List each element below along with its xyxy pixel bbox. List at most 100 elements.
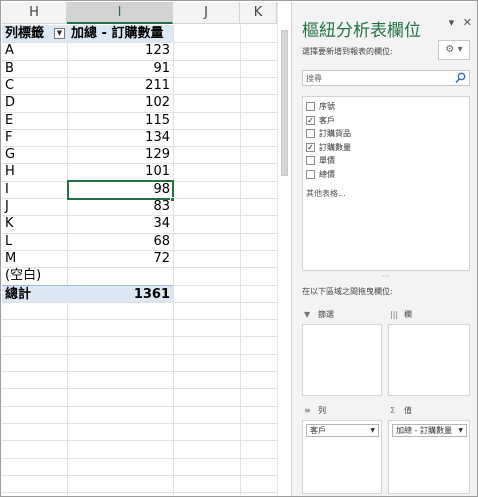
- pivot-data-row[interactable]: D 102: [2, 94, 173, 111]
- cell-value[interactable]: 68: [68, 233, 172, 250]
- cell-row-label[interactable]: E: [5, 112, 13, 129]
- cell-grid[interactable]: 列標籤 加總 - 訂購數量 ▼ A 123 B 91 C 211 D 102 E 115 F 134 G 129…: [2, 25, 277, 495]
- cell-row-label[interactable]: F: [5, 129, 12, 146]
- cell-row-label[interactable]: J: [5, 198, 9, 215]
- tools-button[interactable]: ⚙ ▾: [438, 40, 470, 60]
- drag-fields-label: 在以下區域之間拖曳欄位:: [302, 287, 393, 296]
- gridline-horizontal: [2, 458, 277, 459]
- values-area-header: Σ值: [390, 404, 412, 418]
- cell-row-label[interactable]: A: [5, 42, 14, 59]
- field-checkbox[interactable]: [306, 102, 315, 111]
- field-checkbox[interactable]: [306, 156, 315, 166]
- search-input[interactable]: 搜尋: [302, 70, 470, 86]
- cell-value[interactable]: [68, 267, 172, 284]
- cell-value[interactable]: 98: [68, 181, 172, 198]
- field-checkbox[interactable]: ✓: [306, 115, 315, 125]
- cell-row-label[interactable]: K: [5, 215, 14, 232]
- cell-value[interactable]: 211: [68, 77, 172, 94]
- cell-row-label[interactable]: 列標籤: [5, 25, 44, 42]
- pane-menu-icon[interactable]: ▾: [449, 16, 455, 29]
- column-header-h[interactable]: H: [2, 2, 67, 24]
- field-item[interactable]: 單價: [306, 155, 456, 167]
- column-header-i[interactable]: I: [67, 2, 173, 24]
- scrollbar-thumb[interactable]: [281, 30, 288, 176]
- gridline-horizontal: [2, 492, 277, 493]
- pivot-data-row[interactable]: I 98: [2, 181, 173, 198]
- cell-value[interactable]: 129: [68, 146, 172, 163]
- field-checkbox[interactable]: [306, 129, 315, 139]
- pivot-data-row[interactable]: C 211: [2, 77, 173, 94]
- columns-area-label: 欄: [404, 310, 412, 319]
- pivot-data-row[interactable]: A 123: [2, 42, 173, 59]
- cell-value[interactable]: 34: [68, 215, 172, 232]
- gear-icon: ⚙: [445, 44, 455, 55]
- rows-drop-area[interactable]: 客戶 ▼: [302, 420, 382, 494]
- cell-row-label[interactable]: I: [5, 181, 9, 198]
- filter-icon: ▼: [304, 310, 311, 319]
- field-checkbox[interactable]: [306, 170, 315, 179]
- gridline-horizontal: [2, 371, 277, 372]
- cell-row-label[interactable]: G: [5, 146, 15, 163]
- cell-value[interactable]: 91: [68, 60, 172, 77]
- pivot-data-row[interactable]: H 101: [2, 163, 173, 180]
- field-label: 序號: [319, 102, 335, 111]
- cell-row-label[interactable]: (空白): [5, 267, 41, 284]
- pivot-data-row[interactable]: K 34: [2, 215, 173, 232]
- vertical-scrollbar[interactable]: [277, 2, 290, 496]
- pivot-header-row[interactable]: 列標籤 加總 - 訂購數量 ▼: [2, 25, 173, 42]
- cell-value[interactable]: 102: [68, 94, 172, 111]
- cell-value[interactable]: 115: [68, 112, 172, 129]
- pivot-total-row[interactable]: 總計 1361: [2, 285, 173, 302]
- field-item[interactable]: ✓ 訂購數量: [306, 142, 456, 154]
- row-field-chip[interactable]: 客戶 ▼: [306, 424, 379, 437]
- gridline-vertical: [240, 25, 241, 495]
- pane-resize-handle[interactable]: ···: [292, 272, 477, 282]
- value-field-chip[interactable]: 加總 - 訂購數量 ▼: [392, 424, 467, 437]
- field-item[interactable]: 訂購貨品: [306, 128, 456, 140]
- values-drop-area[interactable]: 加總 - 訂購數量 ▼: [388, 420, 470, 494]
- filters-drop-area[interactable]: [302, 324, 382, 396]
- field-item[interactable]: 總價: [306, 169, 456, 181]
- field-item[interactable]: ✓ 客戶: [306, 115, 456, 127]
- pivot-data-row[interactable]: J 83: [2, 198, 173, 215]
- cell-row-label[interactable]: M: [5, 250, 16, 267]
- cell-row-label[interactable]: 總計: [5, 286, 31, 303]
- field-checkbox[interactable]: ✓: [306, 142, 315, 152]
- more-tables-link[interactable]: 其他表格...: [306, 188, 346, 199]
- cell-row-label[interactable]: D: [5, 94, 15, 111]
- gridline-horizontal: [2, 406, 277, 407]
- column-header-k[interactable]: K: [240, 2, 277, 24]
- pivot-data-row[interactable]: M 72: [2, 250, 173, 267]
- fill-handle[interactable]: [170, 197, 175, 202]
- cell-value[interactable]: 123: [68, 42, 172, 59]
- cell-row-label[interactable]: H: [5, 163, 15, 180]
- gridline-horizontal: [2, 354, 277, 355]
- pivot-data-row[interactable]: F 134: [2, 129, 173, 146]
- cell-value[interactable]: 83: [68, 198, 172, 215]
- gridline-horizontal: [2, 440, 277, 441]
- pivot-data-row[interactable]: B 91: [2, 60, 173, 77]
- pivot-field-pane: 樞紐分析表欄位 ▾ ✕ 選擇要新增到報表的欄位: ⚙ ▾ 搜尋 其他表格... …: [291, 2, 477, 496]
- pivot-data-row[interactable]: L 68: [2, 233, 173, 250]
- pivot-data-row[interactable]: (空白): [2, 267, 173, 284]
- cell-value[interactable]: 101: [68, 163, 172, 180]
- columns-drop-area[interactable]: [388, 324, 470, 396]
- column-header-j[interactable]: J: [173, 2, 240, 24]
- pane-controls: ▾ ✕: [444, 16, 472, 29]
- row-label-filter-button[interactable]: ▼: [54, 28, 65, 39]
- cell-value[interactable]: 134: [68, 129, 172, 146]
- cell-row-label[interactable]: C: [5, 77, 14, 94]
- field-item[interactable]: 序號: [306, 101, 456, 113]
- cell-row-label[interactable]: B: [5, 60, 14, 77]
- close-icon[interactable]: ✕: [463, 16, 472, 29]
- gridline-horizontal: [2, 475, 277, 476]
- gridline-horizontal: [2, 319, 277, 320]
- cell-value[interactable]: 加總 - 訂購數量: [68, 25, 172, 42]
- pivot-data-row[interactable]: E 115: [2, 112, 173, 129]
- cell-row-label[interactable]: L: [5, 233, 12, 250]
- cell-value[interactable]: 72: [68, 250, 172, 267]
- filters-area-header: ▼ 篩選: [304, 308, 334, 322]
- pivot-data-row[interactable]: G 129: [2, 146, 173, 163]
- cell-value[interactable]: 1361: [68, 286, 172, 303]
- chevron-down-icon: ▼: [458, 427, 463, 434]
